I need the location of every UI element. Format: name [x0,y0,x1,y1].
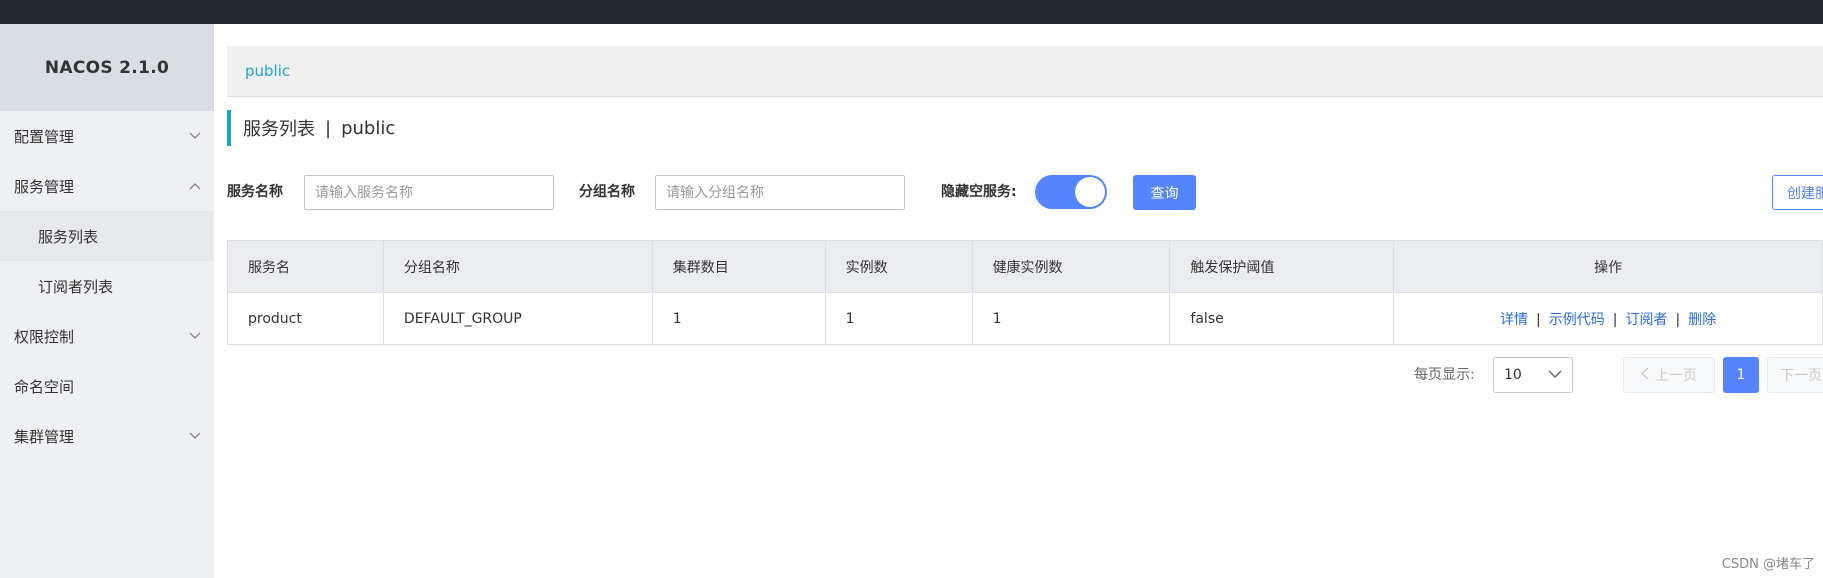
chevron-down-icon [1548,367,1562,383]
delete-link[interactable]: 删除 [1688,312,1716,328]
namespace-link-public[interactable]: public [245,62,290,80]
page-title-text: 服务列表 [243,119,315,140]
query-button[interactable]: 查询 [1133,175,1196,210]
sidebar-item-label: 集群管理 [14,427,75,446]
detail-link[interactable]: 详情 [1500,312,1528,328]
toggle-knob [1075,177,1105,207]
sidebar-item-service-list[interactable]: 服务列表 [0,211,214,261]
service-table: 服务名 分组名称 集群数目 实例数 健康实例数 触发保护阈值 操作 produc… [227,240,1823,345]
sidebar-item-permission[interactable]: 权限控制 [0,311,214,361]
group-name-input[interactable] [655,175,905,210]
cell-protect-threshold: false [1169,292,1395,345]
chevron-up-icon [188,179,202,193]
column-header: 集群数目 [651,240,826,293]
sidebar-item-label: 服务管理 [14,177,75,196]
sidebar-item-cluster[interactable]: 集群管理 [0,411,214,461]
prev-page-button[interactable]: 上一页 [1623,357,1715,393]
table-header-row: 服务名 分组名称 集群数目 实例数 健康实例数 触发保护阈值 操作 [227,240,1823,293]
subscribers-link[interactable]: 订阅者 [1625,312,1667,328]
action-separator: | [1536,311,1541,328]
create-service-button[interactable]: 创建服务 [1772,175,1823,210]
column-header: 触发保护阈值 [1169,240,1395,293]
sidebar-item-label: 服务列表 [38,227,99,246]
column-header: 分组名称 [382,240,653,293]
page-title-separator: | [325,117,332,139]
action-separator: | [1675,311,1681,328]
sidebar-item-label: 订阅者列表 [38,277,114,296]
column-header: 实例数 [824,240,973,293]
chevron-left-icon [1640,366,1649,384]
pagination: 每页显示: 10 上一页 1 下一页 [214,357,1823,393]
sidebar: NACOS 2.1.0 配置管理 服务管理 服务列表 订阅者列表 权限控制 命名… [0,24,214,578]
next-page-label: 下一页 [1780,368,1822,384]
column-header: 服务名 [227,240,384,293]
sidebar-item-config[interactable]: 配置管理 [0,111,214,161]
namespace-bar: public [227,46,1823,97]
prev-page-label: 上一页 [1655,368,1697,384]
hide-empty-label: 隐藏空服务: [941,184,1017,200]
sidebar-item-service[interactable]: 服务管理 [0,161,214,211]
cell-group-name: DEFAULT_GROUP [382,292,653,345]
sample-code-link[interactable]: 示例代码 [1549,312,1605,328]
main-content: public 服务列表 | public 服务名称 分组名称 隐藏空服务: 查询… [214,24,1823,578]
cell-cluster-count: 1 [651,292,826,345]
sidebar-item-subscriber-list[interactable]: 订阅者列表 [0,261,214,311]
page-size-value: 10 [1504,367,1522,383]
sidebar-item-label: 配置管理 [14,127,75,146]
column-header: 操作 [1393,240,1823,293]
page-size-label: 每页显示: [1414,367,1475,383]
sidebar-item-label: 权限控制 [14,327,75,346]
cell-actions: 详情 | 示例代码 | 订阅者 | 删除 [1393,292,1823,345]
top-bar [0,0,1823,24]
hide-empty-toggle[interactable] [1035,175,1107,209]
cell-instance-count: 1 [824,292,973,345]
table-row: product DEFAULT_GROUP 1 1 1 false 详情 | 示例代… [227,292,1823,345]
chevron-down-icon [188,429,202,443]
sidebar-item-label: 命名空间 [14,377,75,396]
chevron-down-icon [188,129,202,143]
watermark: CSDN @堵车了 [1721,557,1815,572]
chevron-down-icon [188,329,202,343]
page-number-button[interactable]: 1 [1723,357,1759,393]
action-separator: | [1612,311,1618,328]
column-header: 健康实例数 [971,240,1171,293]
page-title: 服务列表 | public [227,110,395,146]
group-name-label: 分组名称 [579,184,635,200]
page-title-namespace: public [341,117,396,139]
next-page-button[interactable]: 下一页 [1767,357,1823,393]
page-size-select[interactable]: 10 [1493,357,1573,393]
service-name-input[interactable] [304,175,554,210]
service-name-label: 服务名称 [227,184,283,200]
filter-form: 服务名称 分组名称 隐藏空服务: 查询 创建服务 [227,172,1823,212]
cell-healthy-count: 1 [971,292,1171,345]
sidebar-item-namespace[interactable]: 命名空间 [0,361,214,411]
cell-service-name: product [227,292,384,345]
app-logo: NACOS 2.1.0 [0,24,214,111]
